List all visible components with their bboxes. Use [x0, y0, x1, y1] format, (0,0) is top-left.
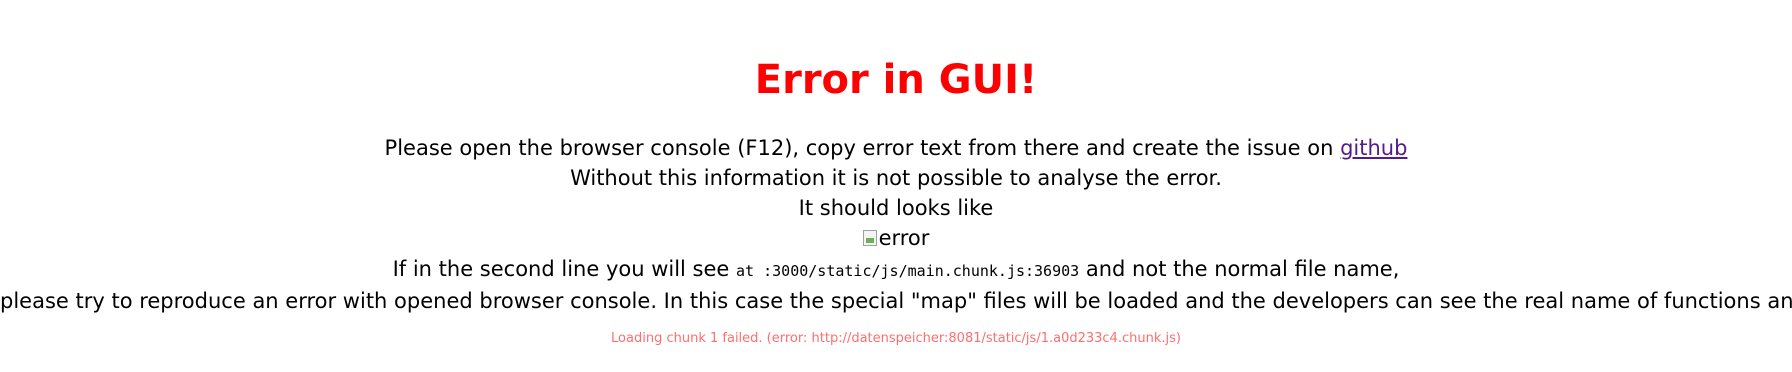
code-snippet: at :3000/static/js/main.chunk.js:36903 [736, 262, 1080, 280]
image-alt-text: error [878, 226, 930, 250]
broken-image-icon [862, 230, 877, 246]
hint-text-before: If in the second line you will see [392, 257, 737, 281]
instruction-line: Please open the browser console (F12), c… [0, 133, 1792, 163]
reproduce-line: please try to reproduce an error with op… [0, 289, 1792, 313]
error-message: Please open the browser console (F12), c… [0, 133, 1792, 316]
instruction-text: Please open the browser console (F12), c… [384, 136, 1341, 160]
error-page: Error in GUI! Please open the browser co… [0, 0, 1792, 372]
second-line-hint: If in the second line you will see at :3… [0, 254, 1792, 286]
hint-text-after: and not the normal file name, [1079, 257, 1400, 281]
error-detail: Loading chunk 1 failed. (error: http://d… [611, 331, 1181, 346]
example-image-line: error [0, 223, 1792, 254]
example-error-image: error [862, 223, 930, 253]
github-link[interactable]: github [1340, 136, 1407, 160]
example-line: It should looks like [798, 196, 994, 220]
info-line: Without this information it is not possi… [570, 166, 1222, 190]
page-title: Error in GUI! [754, 57, 1038, 103]
